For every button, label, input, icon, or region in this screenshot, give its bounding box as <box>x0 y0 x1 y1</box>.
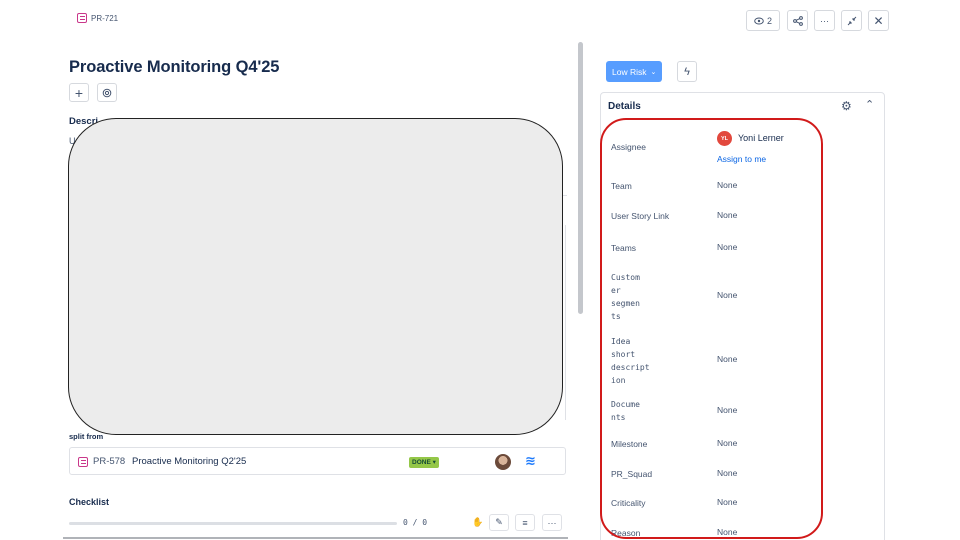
field-label: PR_Squad <box>611 469 653 479</box>
avatar: YL <box>717 131 732 146</box>
field-label: Teams <box>611 243 637 253</box>
field-label: Reason <box>611 528 641 538</box>
hand-icon: ✋ <box>472 517 484 527</box>
linked-issue-key[interactable]: PR-578 <box>93 456 125 467</box>
hand-button[interactable]: ✋ <box>468 514 488 531</box>
field-label: Team <box>611 181 632 191</box>
eye-icon <box>754 17 764 24</box>
linked-issue-summary[interactable]: Proactive Monitoring Q2'25 <box>132 456 246 467</box>
divider <box>63 537 568 539</box>
checklist-heading: Checklist <box>69 497 110 507</box>
field-label: Idea short descript ion <box>611 337 650 385</box>
gear-icon[interactable]: ⚙ <box>841 99 852 113</box>
field-value[interactable]: None <box>717 497 737 507</box>
field-value[interactable]: None <box>717 354 737 364</box>
lightning-icon: ϟ <box>684 65 690 78</box>
field-label-assignee: Assignee <box>611 142 646 152</box>
field-value[interactable]: None <box>717 242 737 252</box>
priority-lowest-icon: ≋ <box>525 453 536 468</box>
field-label: Docume nts <box>611 400 640 422</box>
avatar <box>495 454 511 470</box>
share-button[interactable] <box>787 10 808 31</box>
close-button[interactable]: ✕ <box>868 10 889 31</box>
risk-dropdown[interactable]: Low Risk ⌄ <box>606 61 663 82</box>
issue-key-link[interactable]: PR-721 <box>77 13 118 23</box>
details-heading[interactable]: Details <box>608 101 641 112</box>
checklist-progress-text: 0 / 0 <box>403 518 428 527</box>
field-value[interactable]: None <box>717 527 737 537</box>
assignee-name[interactable]: Yoni Lerner <box>738 133 784 143</box>
issue-key-label: PR-721 <box>91 13 119 23</box>
status-badge[interactable]: DONE ▾ <box>409 457 439 468</box>
field-label: Custom er segmen ts <box>611 273 640 321</box>
assign-to-me-link[interactable]: Assign to me <box>717 154 766 164</box>
field-value[interactable]: None <box>717 210 737 220</box>
story-icon <box>77 13 87 23</box>
field-label: User Story Link <box>611 211 670 221</box>
minimize-icon <box>847 16 856 25</box>
field-value[interactable]: None <box>717 290 737 300</box>
story-icon <box>78 457 88 467</box>
watchers-count: 2 <box>766 15 772 26</box>
divider <box>565 225 566 420</box>
chevron-up-icon[interactable]: ⌃ <box>865 98 874 111</box>
field-label: Milestone <box>611 439 648 449</box>
plus-icon: + <box>74 84 84 101</box>
more-icon: ··· <box>547 517 557 528</box>
more-icon: ··· <box>820 15 829 26</box>
add-button[interactable]: + <box>69 83 89 102</box>
field-value[interactable]: None <box>717 405 737 415</box>
filter-icon: ≡ <box>522 517 528 528</box>
field-value[interactable]: None <box>717 180 737 190</box>
automation-button[interactable]: ϟ <box>677 61 697 82</box>
target-icon <box>102 88 112 97</box>
share-icon <box>792 15 803 26</box>
more-actions-button[interactable]: ··· <box>814 10 835 31</box>
collapse-button[interactable] <box>841 10 862 31</box>
chevron-down-icon: ⌄ <box>650 68 657 76</box>
issue-title[interactable]: Proactive Monitoring Q4'25 <box>69 58 279 77</box>
field-value[interactable]: None <box>717 438 737 448</box>
apps-button[interactable] <box>97 83 117 102</box>
field-value[interactable]: None <box>717 468 737 478</box>
edit-button[interactable]: ✎ <box>489 514 509 531</box>
checklist-more-button[interactable]: ··· <box>542 514 562 531</box>
scrollbar[interactable] <box>578 42 583 314</box>
filter-button[interactable]: ≡ <box>515 514 535 531</box>
field-label: Criticality <box>611 498 646 508</box>
linked-issue-row[interactable]: PR-578 Proactive Monitoring Q2'25 DONE ▾… <box>69 447 566 475</box>
watch-button[interactable]: 2 <box>746 10 780 31</box>
pencil-icon: ✎ <box>495 517 503 527</box>
close-icon: ✕ <box>873 13 884 28</box>
checklist-progress-bar <box>69 522 397 525</box>
risk-label: Low Risk <box>612 66 647 77</box>
linked-issues-label: split from <box>69 432 104 441</box>
redacted-region <box>68 118 563 435</box>
